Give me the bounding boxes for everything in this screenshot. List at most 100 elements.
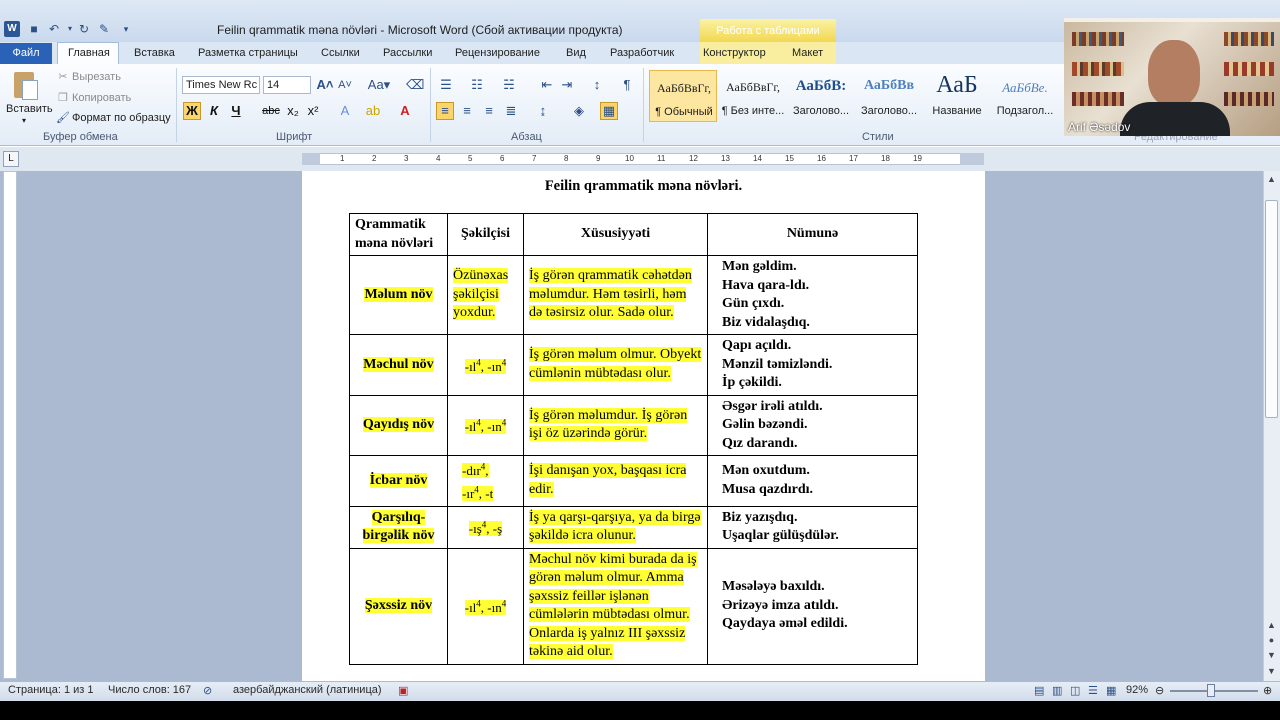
bullets-icon[interactable]: ☰ (437, 76, 455, 94)
font-size-combo[interactable]: 14 (263, 76, 311, 94)
paste-dropdown-icon[interactable]: ▾ (22, 116, 26, 125)
multilevel-list-icon[interactable]: ☵ (500, 76, 518, 94)
borders-icon[interactable]: ▦ (600, 102, 618, 120)
tab-file[interactable]: Файл (0, 43, 52, 64)
align-center-icon[interactable]: ≡ (458, 102, 476, 120)
styles-gallery[interactable]: АаБбВвГг, ¶ Обычный АаБбВвГг, ¶ Без инте… (649, 70, 1067, 122)
verb-type-cell[interactable]: Məlum növ (349, 255, 448, 335)
style-subtitle[interactable]: АаБбВе. Подзагол... (991, 70, 1059, 122)
suffix-cell[interactable]: -ış4, -ş (447, 505, 524, 549)
examples-cell[interactable]: Biz yazışdıq. Uşaqlar gülüşdülər. (707, 505, 918, 549)
decrease-indent-icon[interactable]: ⇤ (538, 76, 556, 94)
examples-cell[interactable]: Mən oxutdum. Musa qazdırdı. (707, 455, 918, 507)
suffix-cell[interactable]: Özünəxas şəkilçisi yoxdur. (447, 255, 524, 335)
tab-view[interactable]: Вид (566, 47, 586, 59)
language-indicator[interactable]: азербайджанский (латиница) (233, 684, 382, 696)
verb-type-cell[interactable]: İcbar növ (349, 455, 448, 507)
copy-button[interactable]: Копировать (72, 92, 131, 104)
word-logo-icon[interactable]: W (4, 21, 20, 37)
style-no-spacing[interactable]: АаБбВвГг, ¶ Без инте... (719, 70, 787, 122)
style-normal[interactable]: АаБбВвГг, ¶ Обычный (649, 70, 717, 122)
cut-button[interactable]: Вырезать (72, 71, 121, 83)
zoom-in-icon[interactable]: ⊕ (1263, 684, 1272, 697)
tab-developer[interactable]: Разработчик (610, 47, 674, 59)
style-heading-2[interactable]: АаБбВв Заголово... (855, 70, 923, 122)
zoom-slider-thumb[interactable] (1207, 684, 1215, 697)
scroll-up-icon[interactable]: ▲ (1264, 172, 1279, 187)
word-count[interactable]: Число слов: 167 (108, 684, 191, 696)
subscript-icon[interactable]: x₂ (284, 102, 302, 120)
scroll-up-page-icon[interactable]: ▲ (1264, 618, 1279, 633)
line-spacing-icon[interactable]: ↨ (534, 102, 552, 120)
macro-record-icon[interactable]: ▣ (398, 684, 408, 697)
verb-type-cell[interactable]: Məchul növ (349, 334, 448, 396)
feature-cell[interactable]: İşi danışan yox, başqası icra edir. (523, 455, 708, 507)
style-title[interactable]: АаБ Название (923, 70, 991, 122)
highlight-color-icon[interactable]: ab (364, 102, 382, 120)
shading-icon[interactable]: ◈ (570, 102, 588, 120)
examples-cell[interactable]: Qapı açıldı. Mənzil təmizləndi. İp çəkil… (707, 334, 918, 396)
font-color-icon[interactable]: A (396, 102, 414, 120)
shrink-font-icon[interactable]: A˅ (336, 76, 354, 94)
feature-cell[interactable]: İş görən məlum olmur. Obyekt cümlənin mü… (523, 334, 708, 396)
save-icon[interactable]: ■ (26, 21, 42, 37)
paste-button[interactable]: Вставить (6, 103, 53, 115)
justify-icon[interactable]: ≣ (502, 102, 520, 120)
edit-icon[interactable]: ✎ (96, 21, 112, 37)
examples-cell[interactable]: Məsələyə baxıldı. Ərizəyə imza atıldı. Q… (707, 547, 918, 665)
redo-icon[interactable]: ↻ (76, 21, 92, 37)
tab-review[interactable]: Рецензирование (455, 47, 540, 59)
align-right-icon[interactable]: ≡ (480, 102, 498, 120)
undo-icon[interactable]: ↶ (46, 21, 62, 37)
verb-type-cell[interactable]: Şəxssiz növ (349, 547, 448, 665)
font-name-combo[interactable]: Times New Rc (182, 76, 260, 94)
scroll-down-page-icon[interactable]: ▼ (1264, 648, 1279, 663)
show-formatting-icon[interactable]: ¶ (618, 76, 636, 94)
sort-icon[interactable]: ↕ (588, 76, 606, 94)
examples-cell[interactable]: Mən gəldim. Hava qara-ldı. Gün çıxdı. Bi… (707, 255, 918, 335)
tab-insert[interactable]: Вставка (134, 47, 175, 59)
increase-indent-icon[interactable]: ⇥ (558, 76, 576, 94)
vertical-ruler[interactable] (3, 171, 17, 679)
zoom-out-icon[interactable]: ⊖ (1155, 684, 1164, 697)
page-count[interactable]: Страница: 1 из 1 (8, 684, 94, 696)
tab-table-layout[interactable]: Макет (792, 47, 823, 59)
feature-cell[interactable]: İş görən məlumdur. İş görən işi öz üzəri… (523, 394, 708, 456)
feature-cell[interactable]: İş görən qrammatik cəhətdən məlumdur. Hə… (523, 255, 708, 335)
zoom-level[interactable]: 92% (1126, 684, 1148, 696)
grow-font-icon[interactable]: A˄ (316, 76, 334, 94)
bold-button[interactable]: Ж (183, 102, 201, 120)
draft-icon[interactable]: ▦ (1106, 684, 1116, 697)
suffix-cell[interactable]: -ıl4, -ın4 (447, 394, 524, 456)
numbering-icon[interactable]: ☷ (468, 76, 486, 94)
align-left-icon[interactable]: ≡ (436, 102, 454, 120)
tab-selector-button[interactable]: L (3, 151, 19, 167)
verb-type-cell[interactable]: Qarşılıq-birgəlik növ (349, 505, 448, 549)
verb-type-cell[interactable]: Qayıdış növ (349, 394, 448, 456)
format-painter-button[interactable]: Формат по образцу (72, 112, 171, 124)
feature-cell[interactable]: İş ya qarşı-qarşıya, ya da birgə şəkildə… (523, 505, 708, 549)
tab-home[interactable]: Главная (68, 47, 110, 59)
italic-button[interactable]: К (205, 102, 223, 120)
print-layout-icon[interactable]: ▤ (1034, 684, 1044, 697)
proofing-icon[interactable]: ⊘ (203, 684, 212, 697)
tab-references[interactable]: Ссылки (321, 47, 360, 59)
underline-button[interactable]: Ч (227, 102, 245, 120)
full-screen-icon[interactable]: ▥ (1052, 684, 1062, 697)
suffix-cell[interactable]: -ıl4, -ın4 (447, 547, 524, 665)
text-effects-icon[interactable]: A (336, 102, 354, 120)
suffix-cell[interactable]: -ıl4, -ın4 (447, 334, 524, 396)
strikethrough-icon[interactable]: abc (262, 102, 280, 120)
tab-page-layout[interactable]: Разметка страницы (198, 47, 298, 59)
tab-mailings[interactable]: Рассылки (383, 47, 432, 59)
feature-cell[interactable]: Məchul növ kimi burada da iş görən məlum… (523, 547, 708, 665)
scrollbar-thumb[interactable] (1265, 200, 1278, 418)
tab-design[interactable]: Конструктор (703, 47, 766, 59)
outline-icon[interactable]: ☰ (1088, 684, 1098, 697)
paste-icon[interactable] (12, 70, 40, 102)
scroll-down-icon[interactable]: ▼ (1264, 664, 1279, 679)
superscript-icon[interactable]: x² (304, 102, 322, 120)
web-layout-icon[interactable]: ◫ (1070, 684, 1080, 697)
clear-formatting-icon[interactable]: ⌫ (406, 76, 424, 94)
document-page[interactable]: Feilin qrammatik məna növləri. Qrammatik… (302, 171, 985, 681)
